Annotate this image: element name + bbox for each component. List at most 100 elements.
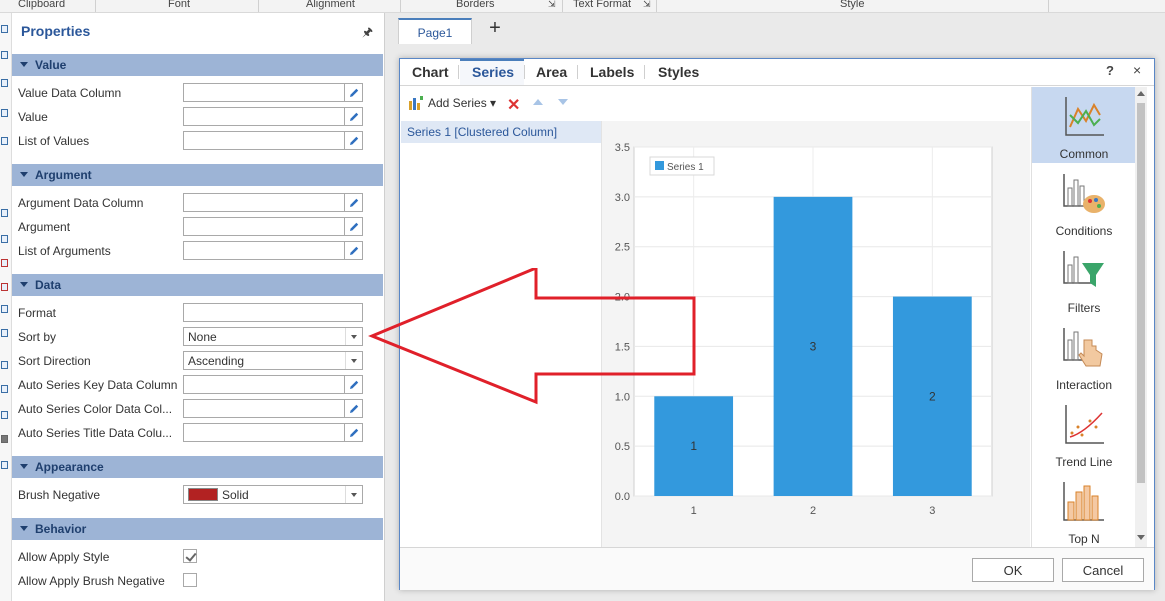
tab-styles[interactable]: Styles	[658, 64, 699, 80]
ribbon-group-clipboard: Clipboard	[18, 0, 66, 10]
format-input[interactable]	[183, 303, 363, 322]
dialog-launcher-icon[interactable]: ⇲	[548, 0, 556, 10]
tab-chart[interactable]: Chart	[412, 64, 449, 80]
pencil-icon[interactable]	[345, 375, 363, 394]
move-up-icon[interactable]	[533, 99, 543, 105]
prop-label: Argument Data Column	[18, 196, 144, 210]
prop-row-sort-direction: Sort Direction Ascending	[12, 349, 383, 373]
toolbox-item-icon[interactable]	[1, 435, 8, 443]
pencil-icon[interactable]	[345, 193, 363, 212]
section-appearance[interactable]: Appearance	[12, 456, 383, 478]
pin-icon[interactable]: 🖈	[362, 23, 373, 44]
pencil-icon[interactable]	[345, 107, 363, 126]
prop-label: Auto Series Color Data Col...	[18, 402, 173, 416]
chevron-down-icon[interactable]	[345, 328, 362, 345]
auto-series-title-input[interactable]	[183, 423, 345, 442]
tab-page1[interactable]: Page1	[398, 18, 472, 44]
toolbox-item-icon[interactable]	[1, 209, 8, 217]
toolbox-item-icon[interactable]	[1, 461, 8, 469]
gallery-item-interaction[interactable]: Interaction	[1032, 318, 1136, 394]
section-title: Value	[35, 58, 67, 72]
toolbox-item-icon[interactable]	[1, 283, 8, 291]
scroll-up-icon[interactable]	[1137, 91, 1145, 96]
allow-apply-style-checkbox[interactable]	[183, 549, 197, 563]
help-icon[interactable]: ?	[1106, 63, 1114, 78]
gallery-item-top-n[interactable]: Top N	[1032, 472, 1136, 548]
tab-series[interactable]: Series	[472, 64, 514, 80]
pencil-icon[interactable]	[345, 423, 363, 442]
annotation-arrow	[368, 268, 696, 405]
prop-label: List of Arguments	[18, 244, 111, 258]
toolbox-item-icon[interactable]	[1, 385, 8, 393]
toolbox-item-icon[interactable]	[1, 411, 8, 419]
gallery-item-conditions[interactable]: Conditions	[1032, 164, 1136, 240]
pencil-icon[interactable]	[345, 399, 363, 418]
prop-label: Value	[18, 110, 48, 124]
sort-direction-value: Ascending	[188, 354, 245, 368]
dialog-launcher-icon[interactable]: ⇲	[643, 0, 651, 10]
pencil-icon[interactable]	[345, 217, 363, 236]
pencil-icon[interactable]	[345, 241, 363, 260]
section-title: Behavior	[35, 522, 87, 536]
tab-label: Page1	[417, 26, 453, 40]
value-input[interactable]	[183, 107, 345, 126]
list-item[interactable]: Series 1 [Clustered Column]	[401, 121, 601, 143]
chevron-down-icon[interactable]	[345, 352, 362, 369]
section-behavior[interactable]: Behavior	[12, 518, 383, 540]
tab-area[interactable]: Area	[536, 64, 567, 80]
gallery-item-trend-line[interactable]: Trend Line	[1032, 395, 1136, 471]
toolbox-item-icon[interactable]	[1, 109, 8, 117]
trend-line-icon	[1065, 405, 1104, 444]
section-argument[interactable]: Argument	[12, 164, 383, 186]
collapse-icon	[20, 172, 28, 177]
argument-input[interactable]	[183, 217, 345, 236]
toolbox-item-icon[interactable]	[1, 259, 8, 267]
scroll-down-icon[interactable]	[1137, 535, 1145, 540]
delete-icon[interactable]: ✕	[507, 95, 520, 115]
toolbox-item-icon[interactable]	[1, 361, 8, 369]
scroll-thumb[interactable]	[1137, 103, 1145, 483]
move-down-icon[interactable]	[558, 99, 568, 105]
argument-data-column-input[interactable]	[183, 193, 345, 212]
toolbox-item-icon[interactable]	[1, 329, 8, 337]
section-data[interactable]: Data	[12, 274, 383, 296]
tab-labels[interactable]: Labels	[590, 64, 634, 80]
ribbon-group-labels: Clipboard Font Alignment Borders ⇲ Text …	[0, 0, 1165, 13]
value-data-column-input[interactable]	[183, 83, 345, 102]
auto-series-color-input[interactable]	[183, 399, 345, 418]
auto-series-key-input[interactable]	[183, 375, 345, 394]
toolbox-item-icon[interactable]	[1, 51, 8, 59]
brush-negative-select[interactable]: Solid	[183, 485, 363, 504]
gallery-item-common[interactable]: Common	[1032, 87, 1136, 163]
section-value[interactable]: Value	[12, 54, 383, 76]
toolbox-item-icon[interactable]	[1, 305, 8, 313]
gallery-scrollbar[interactable]	[1135, 87, 1147, 547]
ribbon-group-borders: Borders	[456, 0, 495, 10]
prop-row-value: Value	[12, 105, 383, 129]
section-title: Appearance	[35, 460, 104, 474]
allow-apply-brush-negative-checkbox[interactable]	[183, 573, 197, 587]
add-page-button[interactable]: +	[485, 17, 505, 41]
gallery-label: Interaction	[1055, 378, 1113, 392]
prop-label: Sort by	[18, 330, 57, 344]
toolbox-item-icon[interactable]	[1, 235, 8, 243]
toolbox-item-icon[interactable]	[1, 137, 8, 145]
chevron-down-icon[interactable]	[345, 486, 362, 503]
prop-row-auto-series-key: Auto Series Key Data Column	[12, 373, 383, 397]
add-series-label: Add Series	[428, 96, 487, 110]
pencil-icon[interactable]	[345, 83, 363, 102]
sort-direction-select[interactable]: Ascending	[183, 351, 363, 370]
pencil-icon[interactable]	[345, 131, 363, 150]
gallery-item-filters[interactable]: Filters	[1032, 241, 1136, 317]
toolbox-item-icon[interactable]	[1, 25, 8, 33]
close-icon[interactable]: ×	[1133, 62, 1141, 78]
list-of-arguments-input[interactable]	[183, 241, 345, 260]
prop-row-format: Format	[12, 301, 383, 325]
list-of-values-input[interactable]	[183, 131, 345, 150]
toolbox-item-icon[interactable]	[1, 79, 8, 87]
sort-by-select[interactable]: None	[183, 327, 363, 346]
ok-button[interactable]: OK	[972, 558, 1054, 582]
brush-negative-value: Solid	[222, 488, 249, 502]
prop-row-list-of-values: List of Values	[12, 129, 383, 153]
cancel-button[interactable]: Cancel	[1062, 558, 1144, 582]
